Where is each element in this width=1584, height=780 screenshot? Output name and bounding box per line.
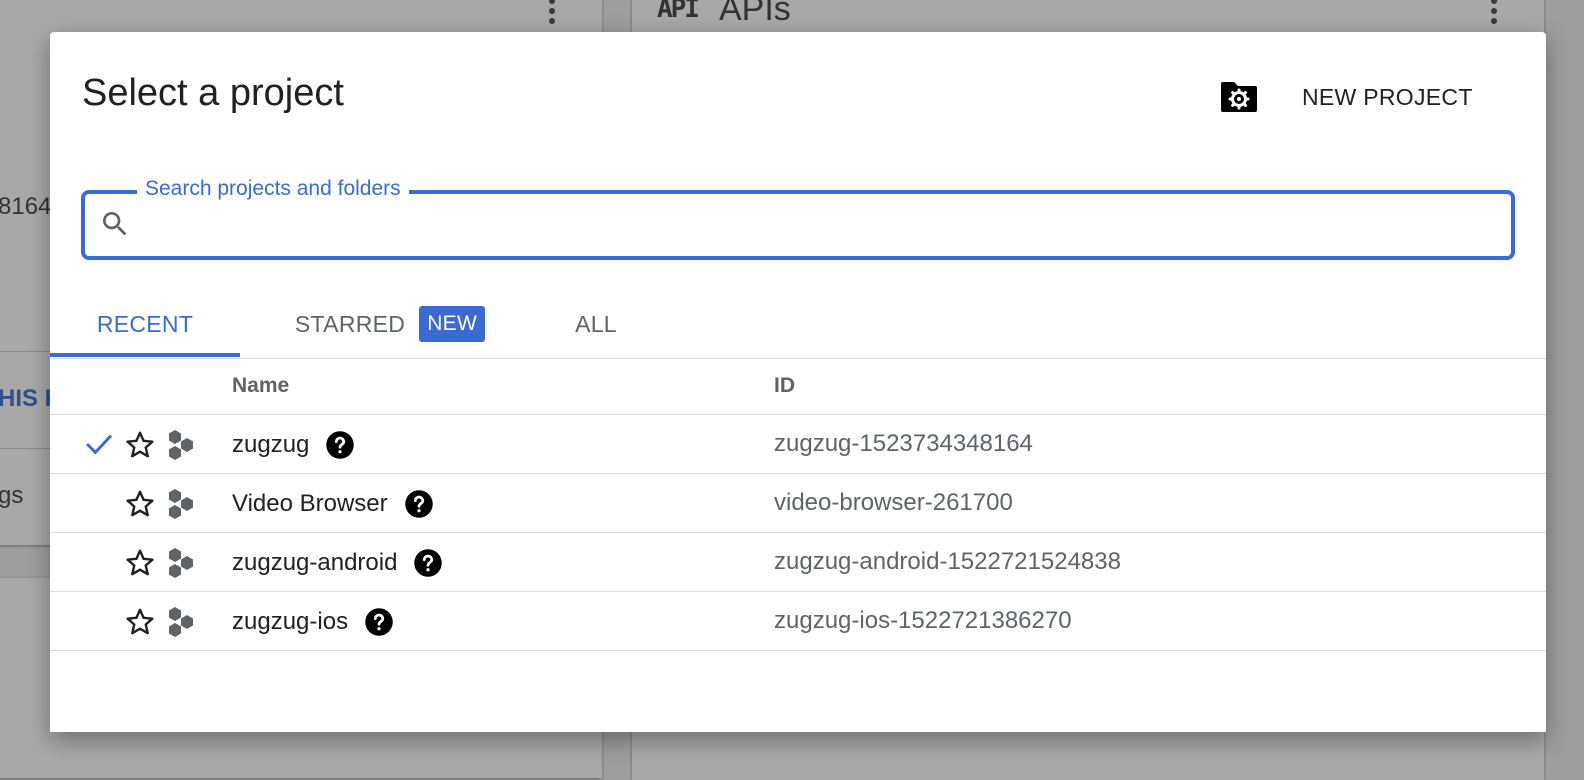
help-icon[interactable] xyxy=(364,607,394,637)
table-row[interactable]: Video Browser video-browser-261700 xyxy=(50,474,1546,533)
star-outline-icon[interactable] xyxy=(124,606,156,638)
more-vert-icon xyxy=(1491,0,1497,28)
project-hexagons-icon xyxy=(169,607,193,637)
search-field[interactable]: Search projects and folders xyxy=(81,176,1515,260)
project-id: video-browser-261700 xyxy=(774,489,1013,516)
help-icon[interactable] xyxy=(325,430,355,460)
active-tab-indicator xyxy=(50,353,240,357)
project-name-link[interactable]: zugzug-android xyxy=(232,549,397,577)
dialog-title: Select a project xyxy=(82,72,344,114)
project-name-link[interactable]: zugzug xyxy=(232,431,309,459)
apis-title: APIs xyxy=(719,0,791,28)
api-icon: API xyxy=(657,0,700,24)
project-name: Video Browser xyxy=(232,489,434,519)
table-header: Name ID xyxy=(50,358,1546,415)
help-icon[interactable] xyxy=(404,489,434,519)
project-name-link[interactable]: zugzug-ios xyxy=(232,608,348,636)
project-hexagons-icon xyxy=(169,430,193,460)
table-row[interactable]: zugzug-android zugzug-android-1522721524… xyxy=(50,533,1546,592)
project-name: zugzug-android xyxy=(232,548,443,578)
project-id: zugzug-1523734348164 xyxy=(774,430,1033,457)
background-partial-settings: gs xyxy=(0,482,24,509)
project-name-link[interactable]: Video Browser xyxy=(232,490,388,518)
project-tabs: RECENT STARRED NEW ALL xyxy=(50,292,1546,359)
project-name: zugzug-ios xyxy=(232,607,394,637)
star-outline-icon[interactable] xyxy=(124,547,156,579)
search-label: Search projects and folders xyxy=(137,176,409,202)
table-row[interactable]: zugzug zugzug-1523734348164 xyxy=(50,415,1546,474)
help-icon[interactable] xyxy=(413,548,443,578)
search-icon xyxy=(103,212,127,236)
tab-starred[interactable]: STARRED NEW xyxy=(270,292,510,356)
background-partial-number: 8164 xyxy=(0,193,52,220)
tab-recent[interactable]: RECENT xyxy=(50,292,240,356)
table-row[interactable]: zugzug-ios zugzug-ios-1522721386270 xyxy=(50,592,1546,651)
column-header-name: Name xyxy=(232,374,290,397)
more-vert-icon xyxy=(549,0,555,28)
tab-starred-label: STARRED xyxy=(294,310,406,337)
search-input[interactable] xyxy=(145,204,1489,246)
project-name: zugzug xyxy=(232,430,355,460)
project-hexagons-icon xyxy=(169,548,193,578)
project-hexagons-icon xyxy=(169,489,193,519)
tab-all[interactable]: ALL xyxy=(540,292,652,356)
manage-folders-button[interactable] xyxy=(1214,76,1264,118)
new-badge: NEW xyxy=(419,306,486,342)
tab-recent-label: RECENT xyxy=(96,310,194,337)
star-outline-icon[interactable] xyxy=(124,488,156,520)
tab-all-label: ALL xyxy=(575,310,617,337)
project-id: zugzug-ios-1522721386270 xyxy=(774,607,1072,634)
select-project-dialog: Select a project NEW PROJECT Search proj… xyxy=(50,32,1546,732)
star-outline-icon[interactable] xyxy=(124,429,156,461)
project-id: zugzug-android-1522721524838 xyxy=(774,548,1121,575)
check-icon xyxy=(85,434,113,455)
column-header-id: ID xyxy=(774,374,795,397)
folder-gear-icon xyxy=(1221,82,1257,112)
new-project-button[interactable]: NEW PROJECT xyxy=(1286,76,1489,118)
